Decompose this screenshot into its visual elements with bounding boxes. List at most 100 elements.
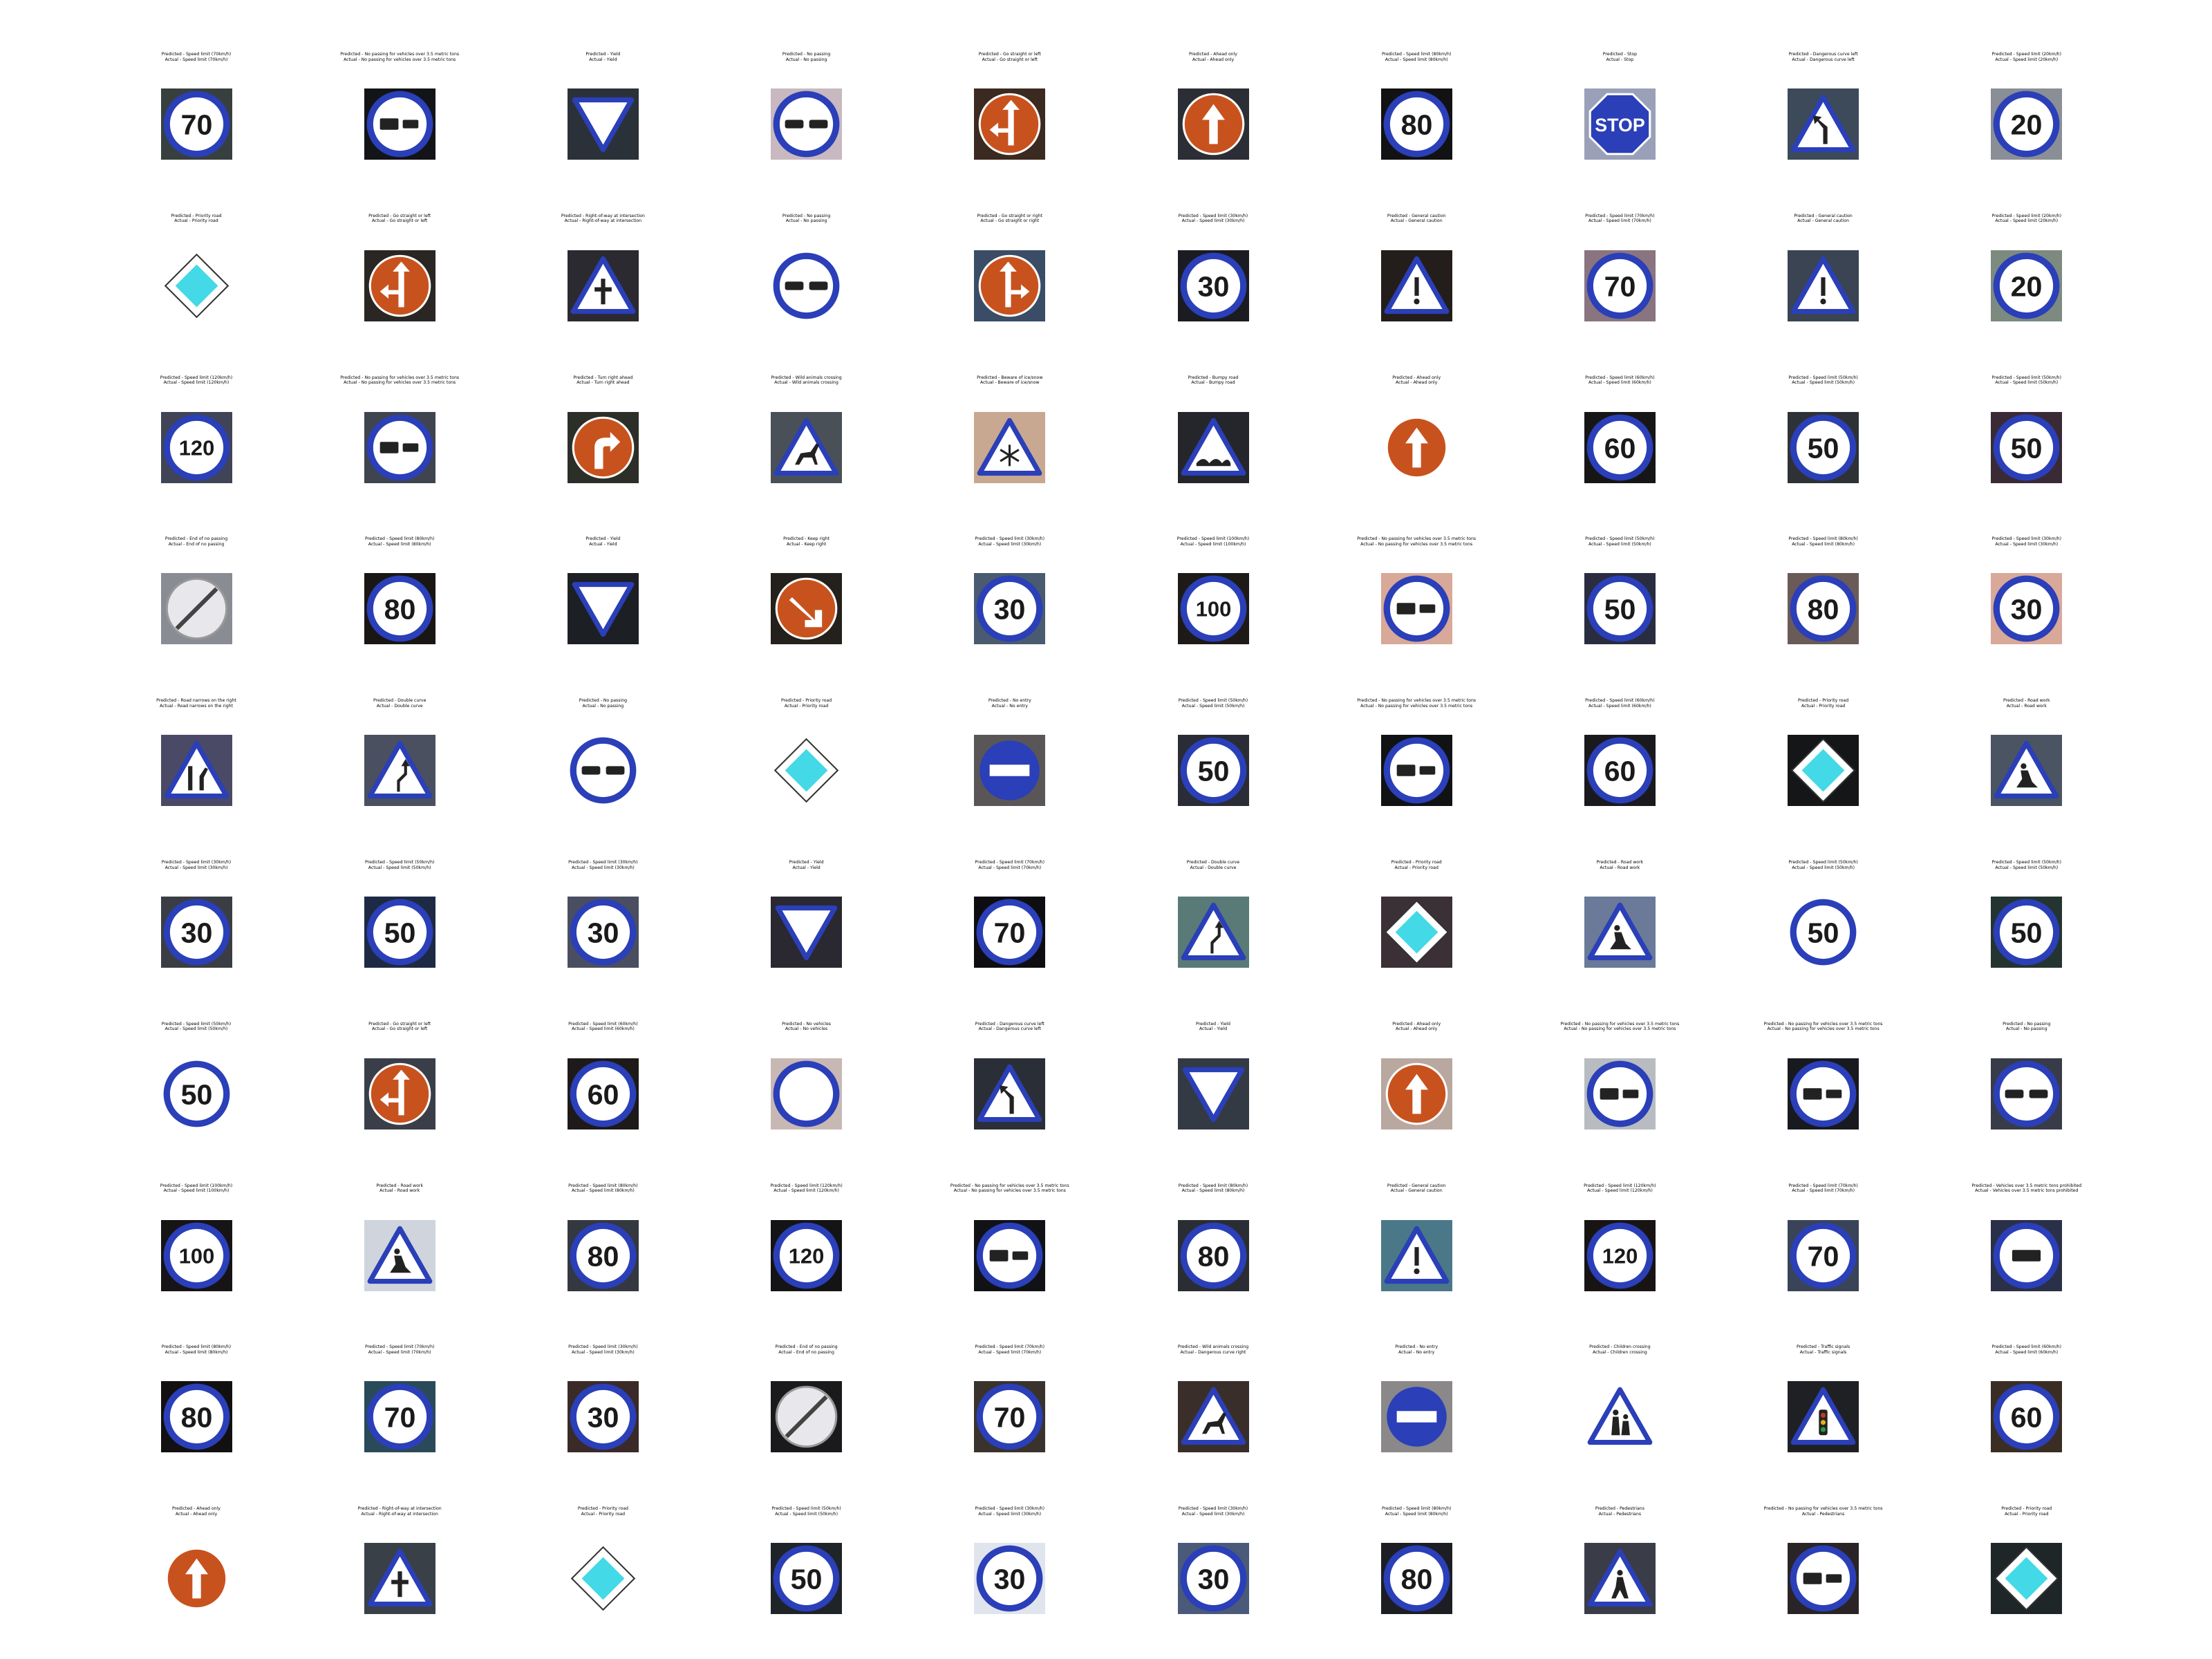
prediction-caption: Predicted - Ahead only Actual - Ahead onl…: [100, 1506, 293, 1517]
speed-limit-sign: 70: [160, 88, 232, 160]
predicted-label: Predicted - Stop: [1602, 52, 1638, 57]
speed-limit-sign: 120: [771, 1219, 843, 1291]
predicted-label: Predicted - Speed limit (120km/h): [1584, 1183, 1656, 1188]
actual-label: Actual - No passing for vehicles over 3.…: [953, 1188, 1066, 1194]
prediction-caption: Predicted - Right-of-way at intersection…: [303, 1506, 496, 1517]
predicted-label: Predicted - Speed limit (50km/h): [771, 1506, 841, 1512]
no-passing-trucks-sign: [1788, 1543, 1859, 1615]
actual-label: Actual - Road work: [379, 1188, 420, 1194]
svg-text:30: 30: [1197, 270, 1229, 302]
predicted-label: Predicted - No passing for vehicles over…: [1357, 536, 1477, 542]
actual-label: Actual - Speed limit (70km/h): [978, 1349, 1042, 1355]
prediction-caption: Predicted - Priority road Actual - Priori…: [1930, 1506, 2124, 1517]
yield-sign: [1177, 1058, 1249, 1130]
no-entry-sign: [1380, 1381, 1452, 1453]
predicted-label: Predicted - Pedestrians: [1595, 1506, 1644, 1512]
svg-text:70: 70: [1808, 1240, 1839, 1272]
actual-label: Actual - Speed limit (30km/h): [1181, 218, 1245, 224]
actual-label: Actual - Speed limit (30km/h): [1995, 541, 2059, 547]
svg-text:50: 50: [1604, 594, 1635, 626]
actual-label: Actual - No passing for vehicles over 3.…: [344, 380, 456, 386]
right-of-way-sign: [364, 1543, 435, 1615]
predicted-label: Predicted - Speed limit (30km/h): [975, 536, 1045, 542]
no-passing-trucks-sign: [1788, 1058, 1859, 1130]
predicted-label: Predicted - End of no passing: [165, 536, 228, 542]
actual-label: Actual - No passing for vehicles over 3.…: [1360, 703, 1473, 709]
predicted-label: Predicted - Speed limit (120km/h): [770, 1183, 843, 1188]
prediction-caption: Predicted - Yield Actual - Yield: [506, 536, 700, 547]
turn-right-ahead-sign: [567, 411, 639, 483]
predicted-label: Predicted - Priority road: [2001, 1506, 2052, 1512]
actual-label: Actual - Yield: [589, 57, 617, 62]
speed-limit-sign: 30: [567, 897, 639, 968]
svg-text:120: 120: [178, 435, 214, 460]
predicted-label: Predicted - Double curve: [1186, 860, 1240, 865]
prediction-caption: Predicted - End of no passing Actual - En…: [100, 536, 293, 547]
svg-text:50: 50: [2011, 917, 2043, 948]
predicted-label: Predicted - Go straight or right: [977, 213, 1043, 218]
prediction-caption: Predicted - Speed limit (70km/h) Actual -…: [913, 860, 1107, 870]
svg-text:80: 80: [1197, 1240, 1229, 1272]
predicted-label: Predicted - Turn right ahead: [573, 375, 633, 380]
predicted-label: Predicted - Beware of ice/snow: [977, 375, 1043, 380]
prediction-caption: Predicted - Ahead only Actual - Ahead onl…: [1320, 375, 1513, 386]
prediction-caption: Predicted - Speed limit (50km/h) Actual -…: [303, 860, 496, 870]
actual-label: Actual - Speed limit (60km/h): [571, 1027, 635, 1032]
predicted-label: Predicted - Traffic signals: [1796, 1344, 1850, 1350]
speed-limit-sign: 30: [160, 897, 232, 968]
children-crossing-sign: [1584, 1381, 1656, 1453]
speed-limit-sign: 70: [364, 1381, 435, 1453]
speed-limit-sign: 20: [1991, 88, 2063, 160]
prediction-grid: Predicted - Speed limit (70km/h) Actual -…: [0, 0, 2212, 1659]
prediction-caption: Predicted - Speed limit (80km/h) Actual -…: [1320, 1506, 1513, 1517]
predicted-label: Predicted - Speed limit (20km/h): [1991, 213, 2062, 218]
predicted-label: Predicted - Dangerous curve left: [975, 1021, 1044, 1027]
prediction-caption: Predicted - Speed limit (70km/h) Actual -…: [913, 1344, 1107, 1355]
predicted-label: Predicted - Ahead only: [1189, 52, 1237, 57]
svg-text:50: 50: [791, 1564, 823, 1595]
speed-limit-sign: 80: [160, 1381, 232, 1453]
svg-text:50: 50: [1808, 432, 1839, 464]
speed-limit-sign: 50: [1991, 897, 2063, 968]
go-straight-or-right-sign: [974, 250, 1046, 321]
predicted-label: Predicted - Speed limit (50km/h): [1991, 860, 2062, 865]
predicted-label: Predicted - Speed limit (80km/h): [161, 1344, 232, 1350]
predicted-label: Predicted - Speed limit (80km/h): [1381, 1506, 1452, 1512]
predicted-label: Predicted - Priority road: [577, 1506, 628, 1512]
actual-label: Actual - No passing for vehicles over 3.…: [344, 57, 456, 62]
svg-text:20: 20: [2011, 109, 2043, 140]
actual-label: Actual - General caution: [1390, 218, 1443, 224]
prediction-caption: Predicted - Dangerous curve left Actual -…: [1727, 52, 1920, 62]
predicted-label: Predicted - Speed limit (50km/h): [364, 860, 435, 865]
speed-limit-sign: 80: [1788, 573, 1859, 645]
prediction-caption: Predicted - Speed limit (30km/h) Actual -…: [913, 536, 1107, 547]
predicted-label: Predicted - Speed limit (120km/h): [160, 375, 233, 380]
predicted-label: Predicted - Speed limit (80km/h): [1788, 536, 1858, 542]
prediction-caption: Predicted - Double curve Actual - Double …: [303, 698, 496, 709]
prediction-caption: Predicted - Speed limit (70km/h) Actual -…: [303, 1344, 496, 1355]
prediction-caption: Predicted - No passing for vehicles over…: [1320, 536, 1513, 547]
predicted-label: Predicted - General caution: [1387, 1183, 1446, 1188]
speed-limit-sign: 50: [1177, 735, 1249, 807]
predicted-label: Predicted - Wild animals crossing: [1177, 1344, 1249, 1350]
predicted-label: Predicted - Speed limit (30km/h): [1178, 213, 1248, 218]
prediction-caption: Predicted - Priority road Actual - Priori…: [1727, 698, 1920, 709]
pedestrians-sign: [1584, 1543, 1656, 1615]
prediction-caption: Predicted - Road work Actual - Road work: [1523, 860, 1716, 870]
speed-limit-sign: 50: [160, 1058, 232, 1130]
actual-label: Actual - No entry: [1398, 1349, 1435, 1355]
actual-label: Actual - Speed limit (50km/h): [1792, 865, 1855, 870]
prediction-caption: Predicted - Speed limit (30km/h) Actual -…: [1116, 214, 1310, 224]
stop-sign: STOP: [1584, 88, 1656, 160]
prediction-caption: Predicted - Speed limit (30km/h) Actual -…: [506, 860, 700, 870]
actual-label: Actual - Speed limit (120km/h): [1587, 1188, 1653, 1194]
actual-label: Actual - Double curve: [376, 703, 423, 709]
predicted-label: Predicted - Speed limit (70km/h): [161, 52, 232, 57]
speed-limit-sign: 80: [567, 1219, 639, 1291]
no-passing-sign: [771, 88, 843, 160]
predicted-label: Predicted - Speed limit (80km/h): [568, 1183, 638, 1188]
prediction-caption: Predicted - No passing for vehicles over…: [303, 375, 496, 386]
actual-label: Actual - Speed limit (70km/h): [368, 1349, 431, 1355]
wild-animals-sign: [1177, 1381, 1249, 1453]
speed-limit-sign: 50: [1991, 411, 2063, 483]
